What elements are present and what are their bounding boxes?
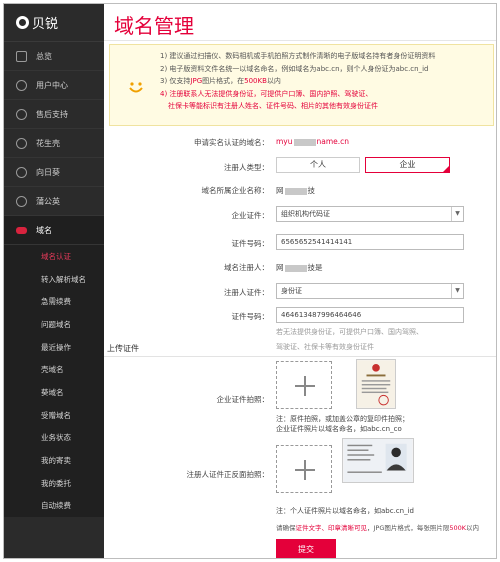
submenu-transfer-in[interactable]: 转入解析域名 — [4, 268, 104, 291]
redacted-blur — [293, 138, 316, 146]
redacted-blur — [284, 264, 307, 272]
company-photo-upload[interactable] — [276, 361, 332, 409]
notice-box: 1) 建议通过扫描仪、数码相机或手机拍照方式制作清晰的电子版域名持有者身份证明资… — [109, 44, 494, 126]
submenu-kui-domain[interactable]: 葵域名 — [4, 381, 104, 404]
person-photo-upload[interactable] — [276, 445, 332, 493]
sidebar-item-sunlogin[interactable]: 向日葵 — [4, 158, 104, 187]
app-window: 贝锐 总览 用户中心 售后支持 花生壳 向日葵 蒲公英 域名 域名认证 转入解析… — [3, 3, 497, 559]
sidebar-item-label: 向日葵 — [36, 167, 60, 177]
domain-submenu: 域名认证 转入解析域名 急需续费 问题域名 最近操作 壳域名 葵域名 受赠域名 … — [4, 245, 104, 518]
brand-logo[interactable]: 贝锐 — [4, 4, 104, 42]
sidebar-item-label: 花生壳 — [36, 138, 60, 148]
reg-type-personal-button[interactable]: 个人 — [276, 157, 360, 173]
page-title: 域名管理 — [114, 14, 194, 38]
chevron-down-icon: ▼ — [451, 284, 463, 298]
reg-cert-label: 注册人证件： — [224, 288, 269, 297]
notice-line-1: 1) 建议通过扫描仪、数码相机或手机拍照方式制作清晰的电子版域名持有者身份证明资… — [160, 52, 436, 60]
upload-section-title: 上传证件 — [107, 344, 139, 353]
notice-line-5: 社保卡等能标识有注册人姓名、证件号码、相片的其他有效身份证件 — [168, 102, 378, 111]
reg-type-label: 注册人类型： — [224, 163, 269, 172]
company-photo-note-1: 注：原件拍照，或加盖公章的复印件拍照； — [276, 415, 409, 423]
flower-icon — [16, 137, 27, 149]
sidebar-item-support[interactable]: 售后支持 — [4, 100, 104, 129]
submenu-my-entrust[interactable]: 我的委托 — [4, 472, 104, 495]
domain-label: 申请实名认证的域名： — [194, 138, 269, 147]
reg-cert-no-input[interactable]: 464613487996464646 — [276, 307, 464, 323]
reg-cert-no-label: 证件号码： — [231, 312, 270, 321]
smile-icon — [129, 82, 143, 93]
company-cert-label: 企业证件： — [231, 211, 270, 220]
notice-lines: 1) 建议通过扫描仪、数码相机或手机拍照方式制作清晰的电子版域名持有者身份证明资… — [160, 50, 435, 113]
section-divider — [104, 356, 496, 357]
company-photo-note-2: 企业证件照片以域名命名，如abc.cn_co — [276, 425, 402, 433]
grid-icon — [16, 50, 27, 62]
submenu-auto-renew[interactable]: 自动续费 — [4, 495, 104, 518]
id-card-sample-image — [342, 438, 414, 483]
notice-line-2: 2) 电子版资料文件名统一以域名命名，例如域名为abc.cn，则个人身份证为ab… — [160, 64, 429, 73]
upload-requirements: 请确保证件文字、印章清晰可见，JPG图片格式，每张照片限500K以内 — [276, 524, 480, 532]
company-name-label: 域名所属企业名称： — [201, 186, 270, 195]
reg-cert-select[interactable]: 身份证 ▼ — [276, 283, 464, 299]
sidebar-item-label: 售后支持 — [36, 109, 68, 119]
sidebar-item-label: 蒲公英 — [36, 196, 60, 206]
dandelion-icon — [16, 195, 27, 207]
logo-ring-icon — [16, 16, 29, 29]
submenu-business-status[interactable]: 业务状态 — [4, 427, 104, 450]
redacted-blur — [284, 187, 307, 195]
reg-type-company-button[interactable]: 企业 — [365, 157, 450, 173]
submenu-urgent-renew[interactable]: 急需续费 — [4, 290, 104, 313]
sidebar-item-oray[interactable]: 花生壳 — [4, 129, 104, 158]
company-photo-label: 企业证件拍照： — [216, 395, 270, 404]
headset-icon — [16, 108, 27, 120]
submenu-domain-verify[interactable]: 域名认证 — [4, 245, 104, 268]
title-divider — [104, 40, 496, 41]
submenu-shell-domain[interactable]: 壳域名 — [4, 358, 104, 381]
main-content: 域名管理 1) 建议通过扫描仪、数码相机或手机拍照方式制作清晰的电子版域名持有者… — [104, 4, 496, 558]
person-photo-label: 注册人证件正反面拍照： — [186, 470, 270, 479]
submenu-recent-ops[interactable]: 最近操作 — [4, 336, 104, 359]
cert-no-label: 证件号码： — [231, 239, 270, 248]
sunflower-icon — [16, 166, 27, 178]
sidebar-item-overview[interactable]: 总览 — [4, 42, 104, 71]
sidebar-item-pgy[interactable]: 蒲公英 — [4, 187, 104, 216]
submenu-problem-domain[interactable]: 问题域名 — [4, 313, 104, 336]
cert-no-input[interactable]: 6565652541414141 — [276, 234, 464, 250]
sidebar-item-label: 用户中心 — [36, 80, 68, 90]
submenu-gifted-domain[interactable]: 受赠域名 — [4, 404, 104, 427]
chevron-down-icon: ▼ — [451, 207, 463, 221]
registrant-label: 域名注册人： — [224, 263, 269, 272]
domain-value: myu name.cn — [276, 137, 350, 146]
sidebar-item-user-center[interactable]: 用户中心 — [4, 71, 104, 100]
license-sample-image — [356, 359, 396, 409]
submit-button[interactable]: 提交 — [276, 539, 336, 558]
user-icon — [16, 79, 27, 91]
sidebar-item-label: 总览 — [36, 51, 52, 61]
person-photo-note: 注：个人证件照片以域名命名，如abc.cn_id — [276, 507, 414, 515]
brand-name: 贝锐 — [32, 17, 59, 32]
sidebar-item-label: 域名 — [36, 225, 52, 235]
cert-hint-1: 若无法提供身份证，可提供户口簿、国内驾照、 — [276, 328, 423, 336]
domain-icon — [16, 226, 27, 234]
sidebar-item-domain[interactable]: 域名 — [4, 216, 104, 245]
cert-hint-2: 驾驶证、社保卡等有效身份证件 — [276, 343, 374, 351]
notice-line-3: 3) 仅支持JPG图片格式，在500KB以内 — [160, 77, 281, 86]
submenu-my-consign[interactable]: 我的寄卖 — [4, 449, 104, 472]
company-name-value: 网技 — [276, 186, 315, 195]
company-cert-select[interactable]: 组织机构代码证 ▼ — [276, 206, 464, 222]
registrant-value: 网技是 — [276, 263, 323, 272]
sidebar: 贝锐 总览 用户中心 售后支持 花生壳 向日葵 蒲公英 域名 域名认证 转入解析… — [4, 4, 104, 558]
notice-line-4: 4) 注册联系人无法提供身份证，可提供户口簿、国内护照、驾驶证、 — [160, 89, 373, 98]
